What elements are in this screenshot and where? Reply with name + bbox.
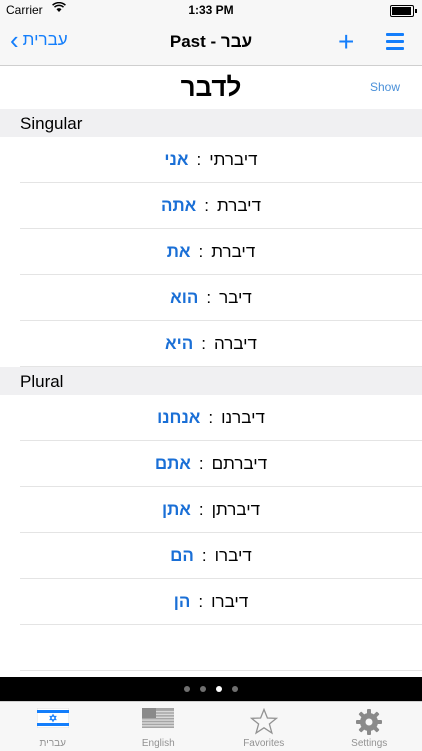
israel-flag-icon xyxy=(37,708,69,733)
separator: : xyxy=(198,592,203,611)
nav-bar: ‹ עברית Past - עבר + xyxy=(0,20,422,66)
conjugation-text: דיברת: אתה xyxy=(0,196,422,216)
separator: : xyxy=(204,196,209,215)
conjugation-text: דיברנו: אנחנו xyxy=(0,408,422,428)
page-title: Past - עבר xyxy=(0,32,422,52)
table-row-empty xyxy=(0,625,422,671)
separator: : xyxy=(199,500,204,519)
page-dot[interactable] xyxy=(184,686,190,692)
tab-label: English xyxy=(106,738,212,749)
conjugation-text: דיברתן: אתן xyxy=(0,500,422,520)
verb-form: דיברנו xyxy=(221,408,265,427)
pronoun: אתן xyxy=(162,500,191,519)
pronoun: אנחנו xyxy=(157,408,200,427)
page-dot[interactable] xyxy=(216,686,222,692)
section-header-plural: Plural xyxy=(0,367,422,395)
page-dot[interactable] xyxy=(200,686,206,692)
table-row[interactable]: דיברת: את xyxy=(0,229,422,275)
pronoun: הוא xyxy=(170,288,198,307)
verb-form: דיברה xyxy=(214,334,257,353)
verb-form: דיברו xyxy=(215,546,252,565)
table-row[interactable]: דיברה: היא xyxy=(0,321,422,367)
tab-hebrew[interactable]: עברית xyxy=(0,702,106,751)
table-row[interactable]: דיברת: אתה xyxy=(0,183,422,229)
verb-form: דיברתן xyxy=(212,500,260,519)
table-row[interactable]: דיברו: הם xyxy=(0,533,422,579)
tab-label: Favorites xyxy=(211,738,317,749)
page-dot[interactable] xyxy=(232,686,238,692)
pronoun: אתם xyxy=(155,454,191,473)
separator: : xyxy=(199,242,204,261)
pronoun: אתה xyxy=(161,196,196,215)
battery-icon xyxy=(390,5,414,17)
table-row[interactable]: דיברנו: אנחנו xyxy=(0,395,422,441)
tab-english[interactable]: English xyxy=(106,702,212,751)
show-button[interactable]: Show xyxy=(370,80,400,94)
pronoun: אני xyxy=(164,150,188,169)
page-indicator[interactable] xyxy=(0,677,422,701)
separator: : xyxy=(201,334,206,353)
section-header-singular: Singular xyxy=(0,109,422,137)
separator: : xyxy=(202,546,207,565)
pronoun: הן xyxy=(174,592,191,611)
clock: 1:33 PM xyxy=(0,3,422,17)
infinitive-heading: לדבר xyxy=(0,72,422,103)
status-bar: Carrier 1:33 PM xyxy=(0,0,422,20)
conjugation-text: דיברה: היא xyxy=(0,334,422,354)
tab-bar: עברית English Favorites Settings xyxy=(0,701,422,751)
pronoun: היא xyxy=(165,334,193,353)
conjugation-text: דיברתם: אתם xyxy=(0,454,422,474)
conjugation-text: דיברתי: אני xyxy=(0,150,422,170)
us-flag-icon xyxy=(142,708,174,733)
section-header-label: Plural xyxy=(20,372,63,392)
verb-form: דיברת xyxy=(217,196,261,215)
menu-icon[interactable] xyxy=(386,33,404,54)
section-header-label: Singular xyxy=(20,114,82,134)
verb-form: דיבר xyxy=(219,288,252,307)
separator: : xyxy=(196,150,201,169)
pronoun: את xyxy=(167,242,191,261)
separator: : xyxy=(208,408,213,427)
tab-favorites[interactable]: Favorites xyxy=(211,702,317,751)
separator: : xyxy=(199,454,204,473)
conjugation-text: דיברו: הם xyxy=(0,546,422,566)
verb-form: דיברתי xyxy=(209,150,257,169)
separator: : xyxy=(206,288,211,307)
table-row[interactable]: דיברתן: אתן xyxy=(0,487,422,533)
pronoun: הם xyxy=(170,546,194,565)
conjugation-text: דיבר: הוא xyxy=(0,288,422,308)
tab-settings[interactable]: Settings xyxy=(317,702,422,751)
tab-label: Settings xyxy=(317,738,422,749)
table-row[interactable]: דיברתי: אני xyxy=(0,137,422,183)
plus-icon[interactable]: + xyxy=(338,28,354,56)
tab-label: עברית xyxy=(0,738,106,749)
gear-icon xyxy=(355,708,383,741)
verb-form: דיברתם xyxy=(212,454,268,473)
infinitive-row: לדבר Show xyxy=(0,66,422,108)
verb-form: דיברת xyxy=(211,242,255,261)
table-row[interactable]: דיבר: הוא xyxy=(0,275,422,321)
verb-form: דיברו xyxy=(211,592,248,611)
conjugation-text: דיברו: הן xyxy=(0,592,422,612)
table-row[interactable]: דיברו: הן xyxy=(0,579,422,625)
table-row[interactable]: דיברתם: אתם xyxy=(0,441,422,487)
star-icon xyxy=(250,708,278,740)
conjugation-text: דיברת: את xyxy=(0,242,422,262)
